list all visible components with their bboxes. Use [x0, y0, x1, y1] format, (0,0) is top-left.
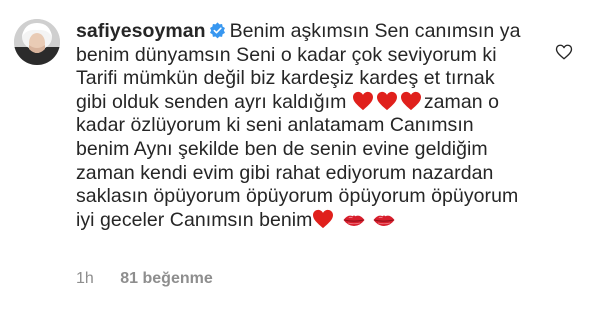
comment-body: safiyesoyman Benim aşkımsın Sen canımsın… [76, 20, 521, 232]
kiss-icon [373, 215, 395, 226]
heart-outline-icon [555, 44, 573, 60]
hearts-group [352, 91, 424, 113]
heart-icon [352, 91, 373, 110]
kiss-icon [343, 215, 365, 226]
username[interactable]: safiyesoyman [76, 20, 206, 42]
heart-icon [313, 209, 334, 228]
comment-time: 1h [76, 270, 94, 287]
heart-icon [376, 91, 397, 110]
comment-meta: 1h 81 beğenme [76, 270, 213, 288]
verified-badge-icon [209, 22, 225, 39]
avatar-image [14, 19, 60, 65]
heart-icon [400, 91, 421, 110]
comment: safiyesoyman Benim aşkımsın Sen canımsın… [0, 0, 600, 314]
like-button[interactable] [555, 43, 573, 61]
avatar[interactable] [14, 19, 60, 65]
likes-count[interactable]: 81 beğenme [120, 270, 212, 288]
